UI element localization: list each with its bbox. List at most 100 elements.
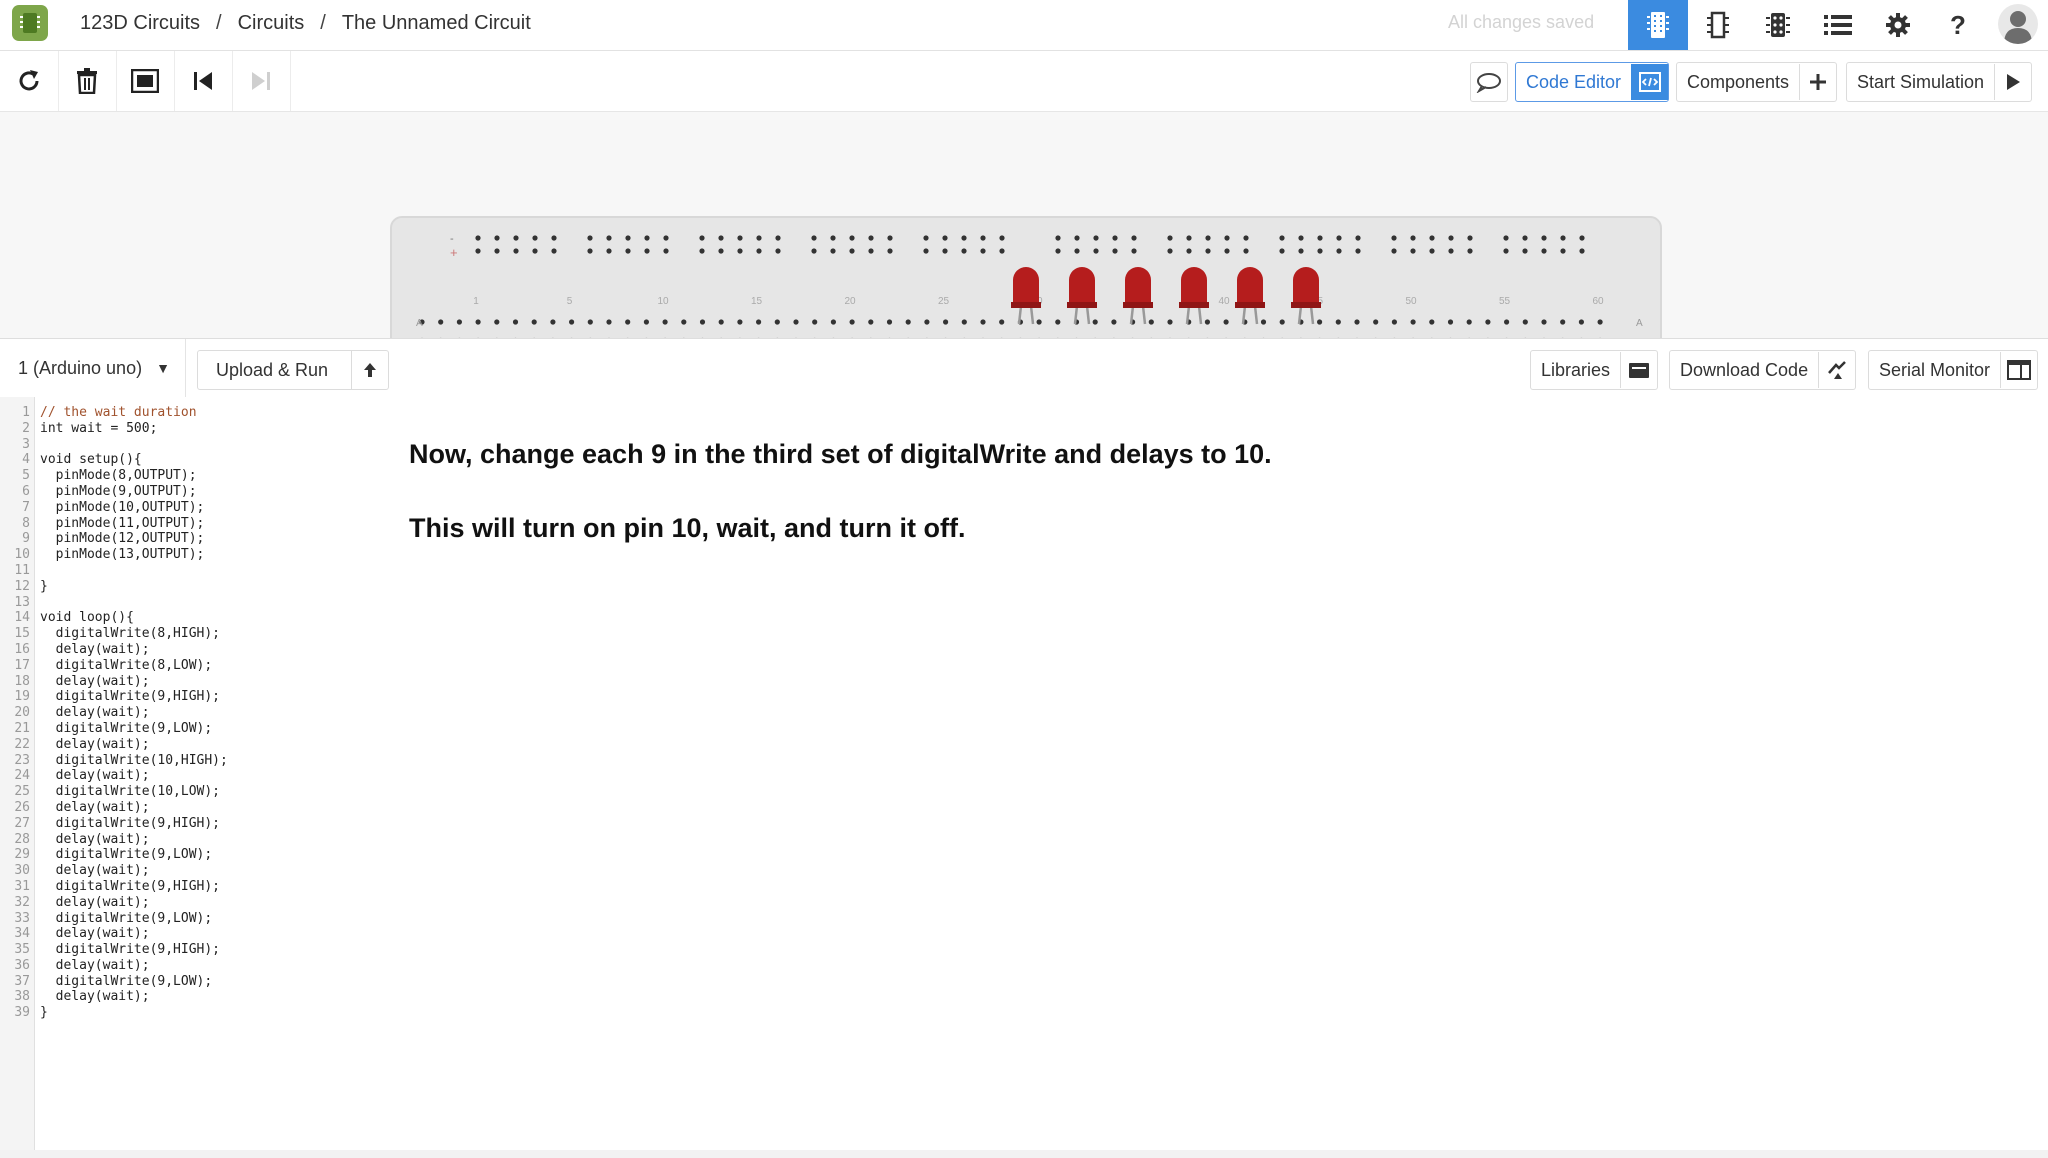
terminal-hole[interactable]	[1485, 319, 1491, 325]
rail-hole[interactable]	[1541, 248, 1547, 254]
terminal-hole[interactable]	[456, 319, 462, 325]
rail-hole[interactable]	[718, 235, 724, 241]
components-button[interactable]: Components	[1676, 62, 1838, 102]
code-line[interactable]: digitalWrite(9,LOW);	[40, 847, 228, 863]
rail-hole[interactable]	[1205, 248, 1211, 254]
led[interactable]	[1291, 267, 1321, 325]
terminal-hole[interactable]	[924, 319, 930, 325]
rail-hole[interactable]	[475, 248, 481, 254]
code-line[interactable]: digitalWrite(9,LOW);	[40, 911, 228, 927]
terminal-hole[interactable]	[1354, 319, 1360, 325]
led[interactable]	[1235, 267, 1265, 325]
terminal-hole[interactable]	[1447, 319, 1454, 325]
terminal-hole[interactable]	[774, 319, 780, 325]
rail-hole[interactable]	[1467, 235, 1473, 241]
rail-hole[interactable]	[551, 248, 557, 254]
terminal-hole[interactable]	[662, 319, 668, 325]
terminal-hole[interactable]	[718, 319, 724, 325]
breadcrumb-circuit-name[interactable]: The Unnamed Circuit	[342, 12, 531, 35]
rail-hole[interactable]	[942, 248, 948, 254]
rail-hole[interactable]	[644, 248, 650, 254]
terminal-hole[interactable]	[1466, 319, 1472, 325]
code-line[interactable]: delay(wait);	[40, 863, 228, 879]
terminal-hole[interactable]	[849, 319, 855, 325]
rail-hole[interactable]	[1579, 235, 1585, 241]
rail-hole[interactable]	[663, 248, 669, 254]
rail-hole[interactable]	[999, 248, 1005, 254]
code-line[interactable]: digitalWrite(9,LOW);	[40, 974, 228, 990]
code-line[interactable]: void setup(){	[40, 452, 228, 468]
terminal-hole[interactable]	[606, 319, 612, 325]
rail-hole[interactable]	[999, 235, 1005, 241]
rail-hole[interactable]	[830, 235, 836, 241]
rail-hole[interactable]	[513, 235, 519, 241]
code-line[interactable]: digitalWrite(9,HIGH);	[40, 879, 228, 895]
rail-hole[interactable]	[1298, 248, 1304, 254]
code-line[interactable]: digitalWrite(8,LOW);	[40, 658, 228, 674]
code-line[interactable]: delay(wait);	[40, 832, 228, 848]
terminal-hole[interactable]	[531, 319, 537, 325]
terminal-hole[interactable]	[980, 319, 986, 325]
terminal-hole[interactable]	[812, 319, 818, 325]
rail-hole[interactable]	[1355, 235, 1361, 241]
rail-hole[interactable]	[1205, 235, 1211, 241]
rail-hole[interactable]	[494, 235, 500, 241]
code-line[interactable]: digitalWrite(9,HIGH);	[40, 816, 228, 832]
rail-hole[interactable]	[1429, 235, 1435, 241]
upload-run-button[interactable]: Upload & Run	[197, 350, 389, 390]
circuit-canvas[interactable]: -+AA151015202530354045505560	[0, 112, 2048, 338]
rail-hole[interactable]	[1522, 248, 1528, 254]
rail-hole[interactable]	[1167, 248, 1173, 254]
code-line[interactable]: }	[40, 1005, 228, 1021]
step-forward-icon[interactable]	[232, 51, 291, 111]
terminal-hole[interactable]	[512, 319, 519, 325]
rail-hole[interactable]	[1074, 248, 1080, 254]
code-line[interactable]: delay(wait);	[40, 674, 228, 690]
rail-hole[interactable]	[1224, 248, 1230, 254]
start-simulation-button[interactable]: Start Simulation	[1846, 62, 2033, 102]
terminal-hole[interactable]	[1036, 319, 1042, 325]
terminal-hole[interactable]	[1260, 319, 1267, 325]
breadboard-view-icon[interactable]	[1628, 0, 1688, 50]
list-view-icon[interactable]	[1808, 0, 1868, 50]
terminal-hole[interactable]	[1167, 319, 1173, 325]
rail-hole[interactable]	[1279, 235, 1285, 241]
code-line[interactable]: pinMode(11,OUTPUT);	[40, 516, 228, 532]
terminal-hole[interactable]	[699, 319, 706, 325]
rail-hole[interactable]	[1503, 248, 1509, 254]
code-editor-button[interactable]: Code Editor	[1515, 62, 1670, 102]
rail-hole[interactable]	[1093, 248, 1099, 254]
code-line[interactable]: digitalWrite(9,HIGH);	[40, 689, 228, 705]
fit-to-screen-icon[interactable]	[116, 51, 175, 111]
rail-hole[interactable]	[1467, 248, 1473, 254]
terminal-hole[interactable]	[961, 319, 967, 325]
code-line[interactable]: digitalWrite(8,HIGH);	[40, 626, 228, 642]
rail-hole[interactable]	[756, 235, 762, 241]
code-text[interactable]: // the wait duration int wait = 500; void…	[40, 405, 228, 1021]
rail-hole[interactable]	[1336, 248, 1342, 254]
rail-hole[interactable]	[1522, 235, 1528, 241]
rail-hole[interactable]	[1074, 235, 1080, 241]
rail-hole[interactable]	[887, 235, 893, 241]
download-code-button[interactable]: Download Code	[1669, 350, 1857, 390]
terminal-hole[interactable]	[1391, 319, 1397, 325]
step-back-icon[interactable]	[174, 51, 233, 111]
terminal-hole[interactable]	[830, 319, 836, 325]
help-icon[interactable]: ?	[1928, 0, 1988, 50]
terminal-hole[interactable]	[943, 319, 949, 325]
code-line[interactable]: pinMode(9,OUTPUT);	[40, 484, 228, 500]
rail-hole[interactable]	[1186, 235, 1192, 241]
delete-icon[interactable]	[58, 51, 117, 111]
rail-hole[interactable]	[1391, 235, 1397, 241]
rail-hole[interactable]	[606, 248, 612, 254]
rail-hole[interactable]	[625, 235, 631, 241]
rail-hole[interactable]	[756, 248, 762, 254]
terminal-hole[interactable]	[569, 319, 575, 325]
rail-hole[interactable]	[1186, 248, 1192, 254]
rail-hole[interactable]	[1541, 235, 1547, 241]
rail-hole[interactable]	[1112, 235, 1118, 241]
rail-hole[interactable]	[961, 248, 967, 254]
code-line[interactable]: int wait = 500;	[40, 421, 228, 437]
rail-hole[interactable]	[775, 235, 781, 241]
rail-hole[interactable]	[1391, 248, 1397, 254]
